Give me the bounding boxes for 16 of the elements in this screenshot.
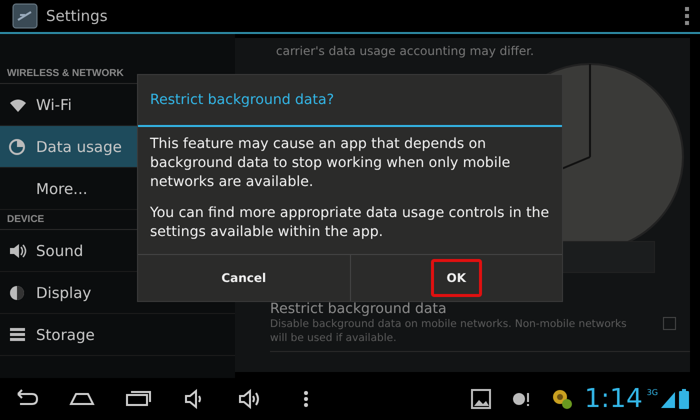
network-type: 3G [646,388,658,396]
ok-button[interactable]: OK [430,259,482,298]
battery-icon [678,388,690,410]
speaker-icon [8,242,28,260]
settings-app-icon [12,3,38,29]
checkbox[interactable] [663,316,676,330]
pie-icon [8,138,28,156]
dialog-title: Restrict background data? [138,75,562,128]
stacked-bars-icon [8,326,28,344]
clock: 1:14 [584,384,643,414]
picture-icon[interactable] [470,388,492,410]
setting-title: Restrict background data [270,301,448,317]
info-text: carrier's data usage accounting may differ. [275,43,535,58]
screen-title: Settings [46,7,108,25]
setting-summary: Disable background data on mobile networks. Non-mobile networks will be used if available. [270,317,628,345]
overflow-menu-icon[interactable] [684,6,690,26]
